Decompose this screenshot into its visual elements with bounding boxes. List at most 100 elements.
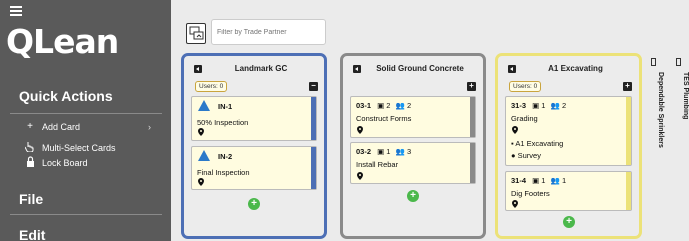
card-duration: 1 <box>386 147 391 156</box>
calendar-icon: ▣ <box>532 101 540 110</box>
collapse-column-icon[interactable] <box>194 65 202 73</box>
card-code: IN-1 <box>218 102 233 111</box>
expand-column-icon[interactable] <box>676 58 681 66</box>
hamburger-menu-icon[interactable] <box>10 6 22 18</box>
card-code: IN-2 <box>218 152 233 161</box>
crew-icon: 👥 <box>395 101 405 110</box>
board-area: Landmark GC Users: 0 − IN-1 50% Inspecti… <box>171 0 689 241</box>
quick-actions-heading[interactable]: Quick Actions <box>19 88 113 104</box>
card-duration: 2 <box>386 101 391 110</box>
location-pin-icon <box>357 172 363 182</box>
location-pin-icon <box>198 128 204 138</box>
app-logo: QLean <box>6 22 119 61</box>
calendar-icon: ▣ <box>377 147 385 156</box>
card-in-1[interactable]: IN-1 50% Inspection <box>191 96 317 141</box>
crew-icon: 👥 <box>550 176 560 185</box>
card-meta: 03-1 ▣ 2 👥 2 <box>356 101 411 110</box>
location-pin-icon <box>512 200 518 210</box>
column-title: Solid Ground Concrete <box>376 64 464 73</box>
hand-pointer-icon <box>24 141 36 155</box>
card-title: Construct Forms <box>356 114 412 123</box>
card-03-1[interactable]: 03-1 ▣ 2 👥 2 Construct Forms <box>350 96 476 138</box>
card-assignee: ▪ A1 Excavating <box>511 139 563 148</box>
column-a1-excavating[interactable]: A1 Excavating Users: 0 + 31-3 ▣ 1 👥 2 Gr… <box>495 53 642 239</box>
calendar-icon: ▣ <box>377 101 385 110</box>
card-31-4[interactable]: 31-4 ▣ 1 👥 1 Dig Footers <box>505 171 632 211</box>
collapsed-column-label: Dependable Sprinklers <box>657 72 664 148</box>
crew-icon: 👥 <box>395 147 405 156</box>
edit-menu-heading[interactable]: Edit <box>19 227 45 241</box>
status-label: Survey <box>517 151 541 160</box>
card-meta: 31-4 ▣ 1 👥 1 <box>511 176 566 185</box>
trade-partner-filter-input[interactable] <box>211 19 326 45</box>
card-color-stripe <box>311 147 316 189</box>
column-plus-icon[interactable]: + <box>467 82 476 91</box>
divider <box>10 113 162 114</box>
info-icon: ● <box>511 151 516 160</box>
collapse-column-icon[interactable] <box>508 65 516 73</box>
collapsed-column-label: TES Plumbing <box>682 72 689 120</box>
blue-triangle-icon <box>198 150 210 161</box>
card-duration: 1 <box>541 176 546 185</box>
card-title: Install Rebar <box>356 160 399 169</box>
calendar-icon: ▣ <box>532 176 540 185</box>
column-header: A1 Excavating <box>506 64 631 76</box>
location-pin-icon <box>512 126 518 136</box>
card-color-stripe <box>311 97 316 140</box>
card-code: 03-1 <box>356 101 372 110</box>
column-plus-icon[interactable]: + <box>623 82 632 91</box>
card-title: Final Inspection <box>197 168 250 177</box>
lock-icon <box>24 156 36 170</box>
card-meta: 03-2 ▣ 1 👥 3 <box>356 147 411 156</box>
collapsed-column-tes-plumbing[interactable]: TES Plumbing <box>675 58 689 119</box>
assignee-label: A1 Excavating <box>515 139 564 148</box>
card-title: Dig Footers <box>511 189 550 198</box>
column-title: A1 Excavating <box>548 64 603 73</box>
card-03-2[interactable]: 03-2 ▣ 1 👥 3 Install Rebar <box>350 142 476 184</box>
multi-select-label: Multi-Select Cards <box>42 143 116 153</box>
card-31-3[interactable]: 31-3 ▣ 1 👥 2 Grading ▪ A1 Excavating ● S… <box>505 96 632 166</box>
add-card-button[interactable]: + <box>563 216 575 228</box>
card-crew: 2 <box>407 101 412 110</box>
add-card-action[interactable]: + Add Card <box>24 121 81 133</box>
card-code: 03-2 <box>356 147 372 156</box>
card-crew: 1 <box>562 176 567 185</box>
card-code: 31-3 <box>511 101 527 110</box>
lock-board-label: Lock Board <box>42 158 88 168</box>
card-in-2[interactable]: IN-2 Final Inspection <box>191 146 317 190</box>
collapse-column-icon[interactable] <box>353 65 361 73</box>
card-crew: 2 <box>562 101 567 110</box>
add-card-button[interactable]: + <box>407 190 419 202</box>
chevron-right-icon[interactable]: › <box>148 122 151 132</box>
card-title: Grading <box>511 114 538 123</box>
blue-triangle-icon <box>198 100 210 111</box>
card-status: ● Survey <box>511 151 541 160</box>
users-badge[interactable]: Users: 0 <box>509 81 542 92</box>
board-settings-icon[interactable] <box>186 23 206 44</box>
card-duration: 1 <box>541 101 546 110</box>
card-code: 31-4 <box>511 176 527 185</box>
divider <box>10 214 162 215</box>
column-minus-icon[interactable]: − <box>309 82 318 91</box>
column-header: Landmark GC <box>192 64 316 76</box>
card-meta: 31-3 ▣ 1 👥 2 <box>511 101 566 110</box>
person-badge-icon: ▪ <box>511 139 514 148</box>
file-menu-heading[interactable]: File <box>19 191 43 207</box>
users-badge[interactable]: Users: 0 <box>195 81 228 92</box>
plus-icon: + <box>27 121 33 132</box>
column-title: Landmark GC <box>234 64 288 73</box>
card-crew: 3 <box>407 147 412 156</box>
card-title: 50% Inspection <box>197 118 249 127</box>
location-pin-icon <box>198 178 204 188</box>
column-solid-ground-concrete[interactable]: Solid Ground Concrete + 03-1 ▣ 2 👥 2 Con… <box>340 53 486 239</box>
column-header: Solid Ground Concrete <box>351 64 475 76</box>
collapsed-column-dependable-sprinklers[interactable]: Dependable Sprinklers <box>650 58 664 148</box>
add-card-button[interactable]: + <box>248 198 260 210</box>
multi-select-action[interactable]: Multi-Select Cards <box>24 141 116 155</box>
location-pin-icon <box>357 126 363 136</box>
expand-column-icon[interactable] <box>651 58 656 66</box>
card-color-stripe <box>470 97 475 137</box>
add-card-label: Add Card <box>42 122 81 132</box>
lock-board-action[interactable]: Lock Board <box>24 156 88 170</box>
column-landmark-gc[interactable]: Landmark GC Users: 0 − IN-1 50% Inspecti… <box>181 53 327 239</box>
